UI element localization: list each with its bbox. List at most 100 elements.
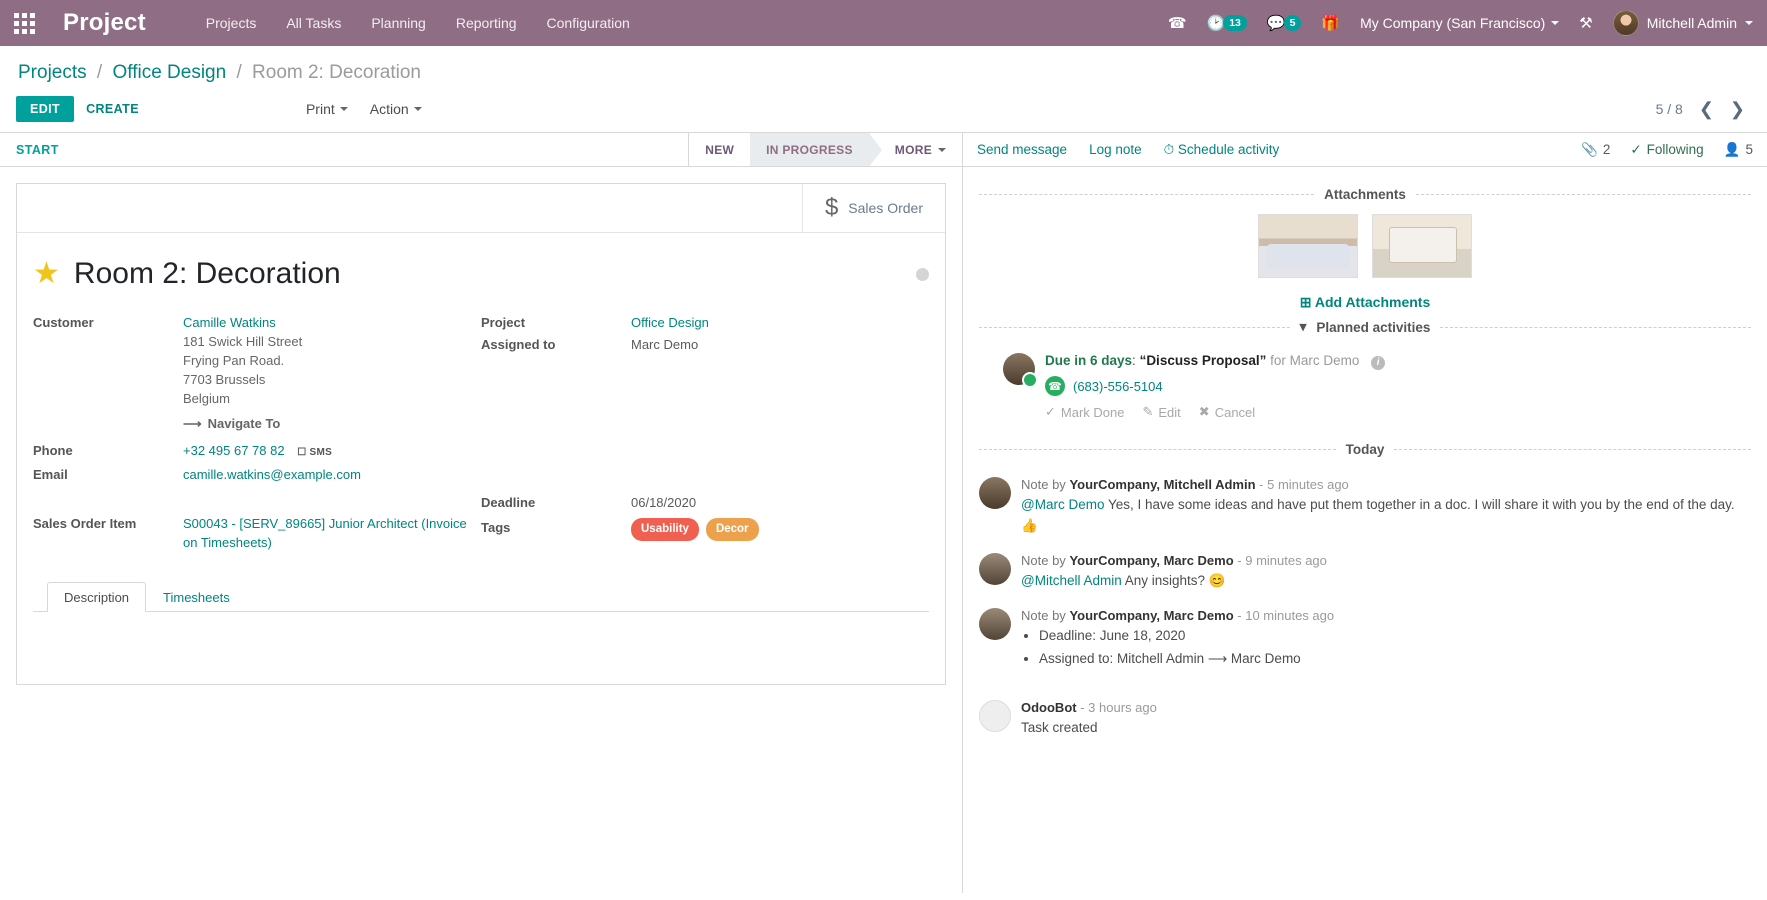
customer-label: Customer xyxy=(33,313,183,433)
status-bar: START NEW IN PROGRESS MORE xyxy=(0,133,962,167)
phone-link[interactable]: +32 495 67 78 82 xyxy=(183,443,285,458)
following-button[interactable]: ✓ Following xyxy=(1630,142,1703,158)
cancel-activity-button[interactable]: ✖ Cancel xyxy=(1199,404,1255,420)
activity-header: Due in 6 days: “Discuss Proposal” for Ma… xyxy=(1045,353,1385,370)
kanban-state-dot-icon[interactable] xyxy=(916,268,929,281)
menu-item-configuration[interactable]: Configuration xyxy=(547,15,630,31)
tag-decor[interactable]: Decor xyxy=(706,518,759,541)
mention-link[interactable]: @Marc Demo xyxy=(1021,497,1104,512)
pager: 5 / 8 ❮ ❯ xyxy=(1656,100,1751,118)
sales-order-item-value-wrap: S00043 - [SERV_89665] Junior Architect (… xyxy=(183,514,481,552)
create-button[interactable]: CREATE xyxy=(74,96,151,122)
attachment-thumbnail[interactable] xyxy=(1372,214,1472,278)
cancel-activity-label: Cancel xyxy=(1215,405,1255,420)
message-author: YourCompany, Marc Demo xyxy=(1069,608,1233,623)
customer-link[interactable]: Camille Watkins xyxy=(183,315,276,330)
message-body: Note by YourCompany, Marc Demo - 9 minut… xyxy=(1021,553,1751,592)
attachments-counter[interactable]: 📎 2 xyxy=(1581,142,1610,158)
sales-order-item-link[interactable]: S00043 - [SERV_89665] Junior Architect (… xyxy=(183,516,467,550)
menu-item-projects[interactable]: Projects xyxy=(206,15,257,31)
field-column-right: Project Office Design Assigned to Marc D… xyxy=(481,313,929,555)
message-prefix: Note by xyxy=(1021,553,1066,568)
attachment-count: 2 xyxy=(1603,142,1611,157)
message-text: Deadline: June 18, 2020 Assigned to: Mit… xyxy=(1021,626,1751,670)
edit-activity-label: Edit xyxy=(1158,405,1180,420)
top-navbar: Project Projects All Tasks Planning Repo… xyxy=(0,0,1767,46)
log-note-button[interactable]: Log note xyxy=(1089,142,1142,157)
menu-item-reporting[interactable]: Reporting xyxy=(456,15,517,31)
user-menu[interactable]: Mitchell Admin xyxy=(1613,10,1753,36)
chatter: Send message Log note ⏱ Schedule activit… xyxy=(963,133,1767,893)
stage-in-progress[interactable]: IN PROGRESS xyxy=(750,133,869,166)
tab-timesheets[interactable]: Timesheets xyxy=(146,582,247,612)
sales-order-stat-button[interactable]: $ Sales Order xyxy=(802,184,945,232)
start-button[interactable]: START xyxy=(0,133,75,166)
navigate-to-button[interactable]: ⟶ Navigate To xyxy=(183,414,280,433)
action-label: Action xyxy=(370,101,409,117)
messages-count-badge: 5 xyxy=(1284,15,1302,32)
phone-value-wrap: +32 495 67 78 82 ☐ SMS xyxy=(183,441,332,462)
project-link[interactable]: Office Design xyxy=(631,315,709,330)
avatar xyxy=(979,477,1011,509)
tab-description[interactable]: Description xyxy=(47,582,146,612)
customer-address-line-4: Belgium xyxy=(183,389,302,408)
sms-button[interactable]: ☐ SMS xyxy=(297,447,332,458)
print-dropdown[interactable]: Print xyxy=(306,101,348,117)
email-link[interactable]: camille.watkins@example.com xyxy=(183,467,361,482)
attachment-thumbnail[interactable] xyxy=(1258,214,1358,278)
chat-bubble-icon[interactable]: 💬 5 xyxy=(1267,14,1302,32)
activity-phone-link[interactable]: (683)-556-5104 xyxy=(1073,379,1163,394)
phone-icon[interactable]: ☎ xyxy=(1168,14,1187,32)
avatar xyxy=(979,608,1011,640)
send-message-button[interactable]: Send message xyxy=(977,142,1067,157)
activity-clock-icon[interactable]: 🕑 13 xyxy=(1207,14,1247,32)
message-content: Yes, I have some ideas and have put them… xyxy=(1021,497,1735,533)
menu-item-planning[interactable]: Planning xyxy=(371,15,426,31)
activity-count-badge: 13 xyxy=(1223,15,1247,32)
followers-counter[interactable]: 👤 5 xyxy=(1724,142,1753,158)
apps-grid-icon[interactable] xyxy=(14,13,35,34)
attachment-list xyxy=(979,214,1751,278)
message-content: Any insights? 😊 xyxy=(1122,573,1226,588)
info-icon[interactable]: i xyxy=(1371,356,1385,370)
edit-activity-button[interactable]: ✎ Edit xyxy=(1142,404,1180,420)
today-label: Today xyxy=(1346,442,1385,457)
pager-next-icon[interactable]: ❯ xyxy=(1730,100,1745,118)
arrow-right-icon: ⟶ xyxy=(183,414,202,433)
breadcrumb-office-design[interactable]: Office Design xyxy=(112,62,226,83)
phone-call-icon: ☎ xyxy=(1045,376,1065,396)
action-dropdown[interactable]: Action xyxy=(370,101,422,117)
breadcrumb-projects[interactable]: Projects xyxy=(18,62,87,83)
email-label: Email xyxy=(33,465,183,484)
message-time: - 9 minutes ago xyxy=(1237,553,1327,568)
schedule-activity-label: Schedule activity xyxy=(1178,142,1279,157)
deadline-label: Deadline xyxy=(481,493,631,512)
add-attachments-button[interactable]: ⊞ Add Attachments xyxy=(979,294,1751,311)
tag-usability[interactable]: Usability xyxy=(631,518,699,541)
company-switcher[interactable]: My Company (San Francisco) xyxy=(1360,15,1559,31)
caret-down-icon[interactable]: ▾ xyxy=(1300,319,1307,335)
main-menu: Projects All Tasks Planning Reporting Co… xyxy=(206,15,630,31)
stage-more[interactable]: MORE xyxy=(869,133,962,166)
notebook-tabs: Description Timesheets xyxy=(33,581,929,612)
pager-value[interactable]: 5 / 8 xyxy=(1656,101,1683,117)
notebook-page-description[interactable] xyxy=(33,612,929,674)
developer-tools-icon[interactable]: ⚒ xyxy=(1579,14,1592,32)
followers-count: 5 xyxy=(1745,142,1753,157)
app-brand[interactable]: Project xyxy=(63,9,146,37)
pager-previous-icon[interactable]: ❮ xyxy=(1699,100,1714,118)
user-name: Mitchell Admin xyxy=(1647,15,1737,31)
menu-item-all-tasks[interactable]: All Tasks xyxy=(286,15,341,31)
star-icon[interactable]: ★ xyxy=(33,259,60,289)
paperclip-icon: 📎 xyxy=(1581,142,1598,158)
field-deadline: Deadline 06/18/2020 xyxy=(481,493,929,512)
edit-button[interactable]: EDIT xyxy=(16,96,74,122)
mark-done-button[interactable]: ✓ Mark Done xyxy=(1045,404,1124,420)
breadcrumb-separator: / xyxy=(236,62,241,83)
message-author: YourCompany, Mitchell Admin xyxy=(1069,477,1255,492)
odoobot-avatar xyxy=(979,700,1011,732)
gift-icon[interactable]: 🎁 xyxy=(1321,14,1340,32)
mention-link[interactable]: @Mitchell Admin xyxy=(1021,573,1122,588)
message-item: Note by YourCompany, Mitchell Admin - 5 … xyxy=(979,469,1751,545)
schedule-activity-button[interactable]: ⏱ Schedule activity xyxy=(1164,142,1280,158)
